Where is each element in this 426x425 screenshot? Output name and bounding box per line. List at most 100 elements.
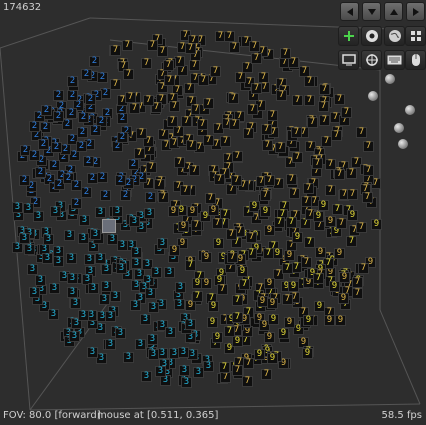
digit-tile: 2 (67, 90, 78, 101)
screen-button[interactable] (338, 50, 359, 70)
digit-tile: 2 (117, 132, 128, 143)
digit-tile: 7 (158, 192, 169, 203)
globe-icon (388, 30, 401, 42)
digit-tile: 7 (307, 117, 318, 128)
digit-tile: 2 (77, 127, 88, 138)
digit-tile: 3 (116, 263, 127, 274)
digit-tile: 7 (189, 60, 200, 71)
digit-tile: 7 (169, 101, 180, 112)
slider-knob-1[interactable] (385, 74, 395, 84)
digit-tile: 3 (131, 258, 142, 269)
digit-tile: 2 (145, 192, 156, 203)
digit-tile: 7 (292, 95, 303, 106)
digit-tile: 3 (33, 211, 44, 222)
digit-tile: 3 (135, 339, 146, 350)
digit-tile: 7 (301, 257, 312, 268)
digit-tile: 2 (19, 175, 30, 186)
digit-tile: 9 (268, 314, 279, 325)
add-button[interactable] (338, 26, 359, 46)
digit-tile: 2 (81, 69, 92, 80)
digit-tile: 3 (67, 273, 78, 284)
digit-tile: 7 (146, 162, 157, 173)
digit-tile: 3 (95, 207, 106, 218)
digit-tile: 2 (41, 105, 52, 116)
slider-knob-5[interactable] (398, 139, 408, 149)
digit-tile: 3 (43, 234, 54, 245)
digit-tile: 7 (210, 66, 221, 77)
mouse-button[interactable] (405, 50, 426, 70)
arrow-left-button[interactable] (340, 2, 359, 21)
digit-tile: 7 (319, 84, 330, 95)
digit-tile: 3 (175, 282, 186, 293)
digit-tile: 7 (267, 110, 278, 121)
digit-tile: 7 (249, 41, 260, 52)
digit-tile: 3 (24, 244, 35, 255)
digit-tile: 3 (181, 377, 192, 388)
digit-tile: 9 (339, 272, 350, 283)
digit-tile: 7 (219, 362, 230, 373)
digit-tile: 9 (208, 205, 219, 216)
digit-tile: 9 (169, 245, 180, 256)
digit-tile: 7 (262, 140, 273, 151)
digit-tile: 7 (184, 83, 195, 94)
digit-tile: 3 (155, 366, 166, 377)
digit-tile: 3 (53, 256, 64, 267)
layout-button[interactable] (405, 26, 426, 46)
digit-tile: 3 (49, 283, 60, 294)
digit-tile: 7 (189, 165, 200, 176)
arrow-right-button[interactable] (406, 2, 425, 21)
digit-tile: 3 (123, 352, 134, 363)
digit-tile: 7 (110, 45, 121, 56)
digit-tile: 3 (185, 319, 196, 330)
arrow-down-button[interactable] (362, 2, 381, 21)
slider-knob-2[interactable] (368, 91, 378, 101)
digit-tile: 9 (338, 293, 349, 304)
digit-tile: 7 (325, 185, 336, 196)
digit-tile: 3 (12, 202, 23, 213)
digit-tile: 9 (284, 250, 295, 261)
digit-tile: 7 (232, 365, 243, 376)
digit-tile: 7 (224, 326, 235, 337)
digit-tile: 7 (341, 107, 352, 118)
selected-point[interactable] (102, 219, 116, 233)
digit-tile: 7 (197, 119, 208, 130)
digit-tile: 9 (260, 206, 271, 217)
digit-tile: 7 (158, 129, 169, 140)
digit-tile: 3 (69, 331, 80, 342)
crosshair-button[interactable] (361, 50, 382, 70)
digit-tile: 3 (79, 215, 90, 226)
digit-tile: 7 (235, 72, 246, 83)
digit-tile: 9 (325, 216, 336, 227)
slider-knob-3[interactable] (405, 105, 415, 115)
grid-icon (410, 31, 421, 41)
digit-tile: 9 (347, 210, 358, 221)
digit-tile: 9 (335, 315, 346, 326)
digit-tile: 9 (264, 278, 275, 289)
keyboard-button[interactable] (384, 50, 405, 70)
digit-tile: 7 (186, 140, 197, 151)
digit-tile: 3 (115, 328, 126, 339)
digit-tile: 9 (178, 221, 189, 232)
digit-tile: 7 (220, 372, 231, 383)
digit-tile: 9 (292, 232, 303, 243)
digit-tile: 7 (134, 148, 145, 159)
digit-tile: 7 (247, 104, 258, 115)
digit-tile: 3 (105, 339, 116, 350)
digit-tile: 2 (90, 125, 101, 136)
digit-tile: 3 (99, 294, 110, 305)
digit-tile: 9 (314, 301, 325, 312)
record-button[interactable] (361, 26, 382, 46)
digit-tile: 7 (318, 101, 329, 112)
digit-tile: 3 (84, 254, 95, 265)
globe-button[interactable] (384, 26, 405, 46)
digit-tile: 9 (302, 348, 313, 359)
digit-tile: 7 (231, 175, 242, 186)
digit-tile: 7 (334, 94, 345, 105)
digit-tile: 7 (363, 165, 374, 176)
digit-tile: 3 (19, 233, 30, 244)
digit-tile: 9 (318, 200, 329, 211)
slider-knob-4[interactable] (394, 123, 404, 133)
digit-tile: 9 (201, 278, 212, 289)
arrow-up-button[interactable] (384, 2, 403, 21)
digit-tile: 7 (301, 196, 312, 207)
